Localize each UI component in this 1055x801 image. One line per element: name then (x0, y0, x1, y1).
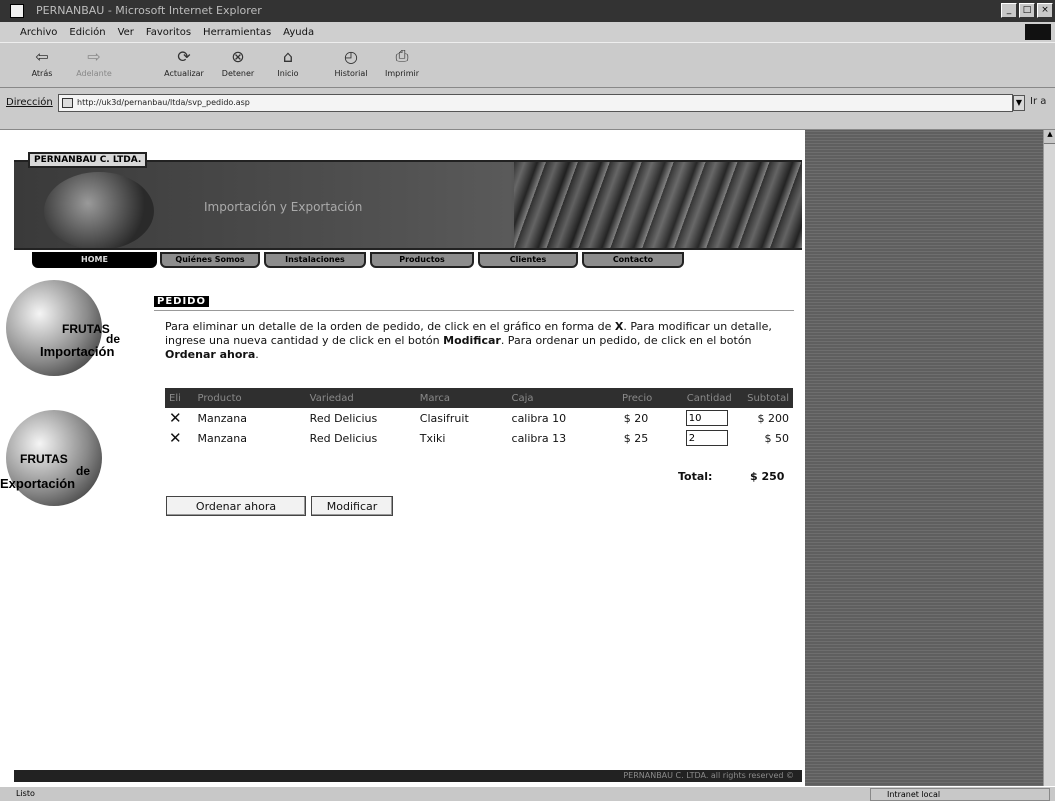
col-header: Cantidad (652, 388, 732, 408)
total-label: Total: (678, 470, 713, 483)
site-nav: HOME Quiénes Somos Instalaciones Product… (14, 248, 802, 270)
home-button[interactable]: ⌂ Inicio (264, 45, 312, 79)
promo-export-line1: FRUTAS (20, 452, 68, 466)
address-dropdown-button[interactable]: ▼ (1013, 95, 1025, 111)
delete-x-icon[interactable]: ✕ (169, 409, 182, 427)
back-button[interactable]: ⇦ Atrás (18, 45, 66, 79)
refresh-icon: ⟳ (177, 46, 191, 66)
page-viewport: Importación y Exportación PERNANBAU C. L… (0, 130, 1043, 786)
site-banner: Importación y Exportación (14, 162, 802, 250)
print-button[interactable]: ⎙ Imprimir (378, 45, 426, 78)
menu-archivo[interactable]: Archivo (20, 27, 57, 38)
forward-arrow-icon: ⇨ (87, 46, 101, 66)
col-header: Caja (507, 388, 600, 408)
fruit-trees-image (514, 162, 802, 248)
col-header: Precio (599, 388, 653, 408)
col-header: Subtotal (731, 388, 793, 408)
cell-marca: Clasifruit (419, 411, 469, 425)
table-header-row: Eli Producto Variedad Marca Caja Precio … (165, 388, 793, 408)
close-button[interactable]: × (1037, 3, 1053, 18)
promo-import-line3: Importación (40, 344, 115, 359)
modify-button[interactable]: Modificar (311, 496, 393, 516)
cell-caja: calibra 13 (511, 431, 567, 445)
col-header: Producto (193, 388, 306, 408)
print-icon: ⎙ (395, 46, 409, 65)
col-header: Eli (165, 388, 194, 408)
nav-contacto[interactable]: Contacto (582, 252, 684, 268)
nav-productos[interactable]: Productos (370, 252, 474, 268)
refresh-button[interactable]: ⟳ Actualizar (160, 45, 208, 79)
title-divider (154, 310, 794, 311)
address-input[interactable]: http://uk3d/pernanbau/ltda/svp_pedido.as… (58, 94, 1013, 112)
status-bar: Listo Intranet local (0, 786, 1055, 801)
cell-precio: $ 20 (623, 411, 649, 425)
history-button[interactable]: ◴ Historial (327, 45, 375, 79)
vertical-scrollbar[interactable]: ▲ (1043, 130, 1055, 786)
menu-favoritos[interactable]: Favoritos (146, 27, 191, 38)
order-now-button[interactable]: Ordenar ahora (166, 496, 306, 516)
cell-variedad: Red Delicius (309, 431, 378, 445)
nav-home[interactable]: HOME (32, 252, 157, 268)
col-header: Marca (415, 388, 508, 408)
security-zone: Intranet local (870, 788, 1050, 801)
nav-clientes[interactable]: Clientes (478, 252, 578, 268)
maximize-button[interactable]: □ (1019, 3, 1035, 18)
menu-edicion[interactable]: Edición (69, 27, 105, 38)
instructions-text: Para eliminar un detalle de la orden de … (165, 320, 772, 361)
window-title: PERNANBAU - Microsoft Internet Explorer (36, 4, 262, 17)
promo-import-line1: FRUTAS (62, 322, 110, 336)
stop-icon: ⊗ (231, 46, 245, 66)
scroll-up-icon[interactable]: ▲ (1044, 130, 1055, 144)
nav-quienes-somos[interactable]: Quiénes Somos (160, 252, 260, 268)
cell-caja: calibra 10 (511, 411, 567, 425)
stop-button[interactable]: ⊗ Detener (214, 45, 262, 79)
site-slogan: Importación y Exportación (204, 200, 363, 214)
minimize-button[interactable]: _ (1001, 3, 1017, 18)
menu-herramientas[interactable]: Herramientas (203, 27, 271, 38)
page-icon (62, 98, 73, 108)
cell-variedad: Red Delicius (309, 411, 378, 425)
history-icon: ◴ (344, 46, 358, 66)
total-value: $ 250 (750, 470, 785, 483)
promo-export[interactable]: FRUTAS de Exportación (0, 410, 140, 520)
home-icon: ⌂ (282, 46, 294, 66)
ie-logo-icon (1025, 24, 1051, 40)
table-row: ✕ Manzana Red Delicius Clasifruit calibr… (165, 408, 793, 428)
cell-subtotal: $ 200 (757, 411, 790, 425)
site-footer: PERNANBAU C. LTDA. all rights reserved © (14, 770, 802, 782)
cell-producto: Manzana (197, 411, 247, 425)
cell-precio: $ 25 (623, 431, 649, 445)
address-label: Dirección (6, 97, 53, 108)
promo-export-line2: de (76, 464, 91, 478)
quantity-input[interactable] (685, 430, 728, 446)
brand-tag[interactable]: PERNANBAU C. LTDA. (28, 152, 148, 168)
page-title: PEDIDO (154, 296, 209, 307)
ie-window-icon[interactable] (10, 4, 24, 18)
promo-import[interactable]: FRUTAS de Importación (0, 280, 140, 390)
promo-export-line3: Exportación (0, 476, 76, 491)
standard-toolbar: ⇦ Atrás ⇨ Adelante ⟳ Actualizar ⊗ Detene… (0, 42, 1055, 88)
table-row: ✕ Manzana Red Delicius Txiki calibra 13 … (165, 428, 793, 448)
order-table: Eli Producto Variedad Marca Caja Precio … (165, 388, 793, 448)
delete-x-icon[interactable]: ✕ (169, 429, 182, 447)
quantity-input[interactable] (685, 410, 728, 426)
globe-logo-image (44, 172, 154, 250)
menu-ayuda[interactable]: Ayuda (283, 27, 314, 38)
menu-ver[interactable]: Ver (118, 27, 134, 38)
background-pattern (805, 130, 1043, 786)
cell-marca: Txiki (419, 431, 446, 445)
back-arrow-icon: ⇦ (35, 46, 49, 66)
forward-button[interactable]: ⇨ Adelante (70, 45, 118, 79)
col-header: Variedad (305, 388, 416, 408)
cell-subtotal: $ 50 (764, 431, 790, 445)
go-button[interactable]: Ir a (1030, 96, 1046, 107)
nav-instalaciones[interactable]: Instalaciones (264, 252, 366, 268)
cell-producto: Manzana (197, 431, 247, 445)
status-text: Listo (16, 789, 35, 798)
address-bar: Dirección http://uk3d/pernanbau/ltda/svp… (0, 88, 1055, 130)
window-titlebar: PERNANBAU - Microsoft Internet Explorer … (0, 0, 1055, 22)
menu-bar: Archivo Edición Ver Favoritos Herramient… (0, 22, 1055, 42)
